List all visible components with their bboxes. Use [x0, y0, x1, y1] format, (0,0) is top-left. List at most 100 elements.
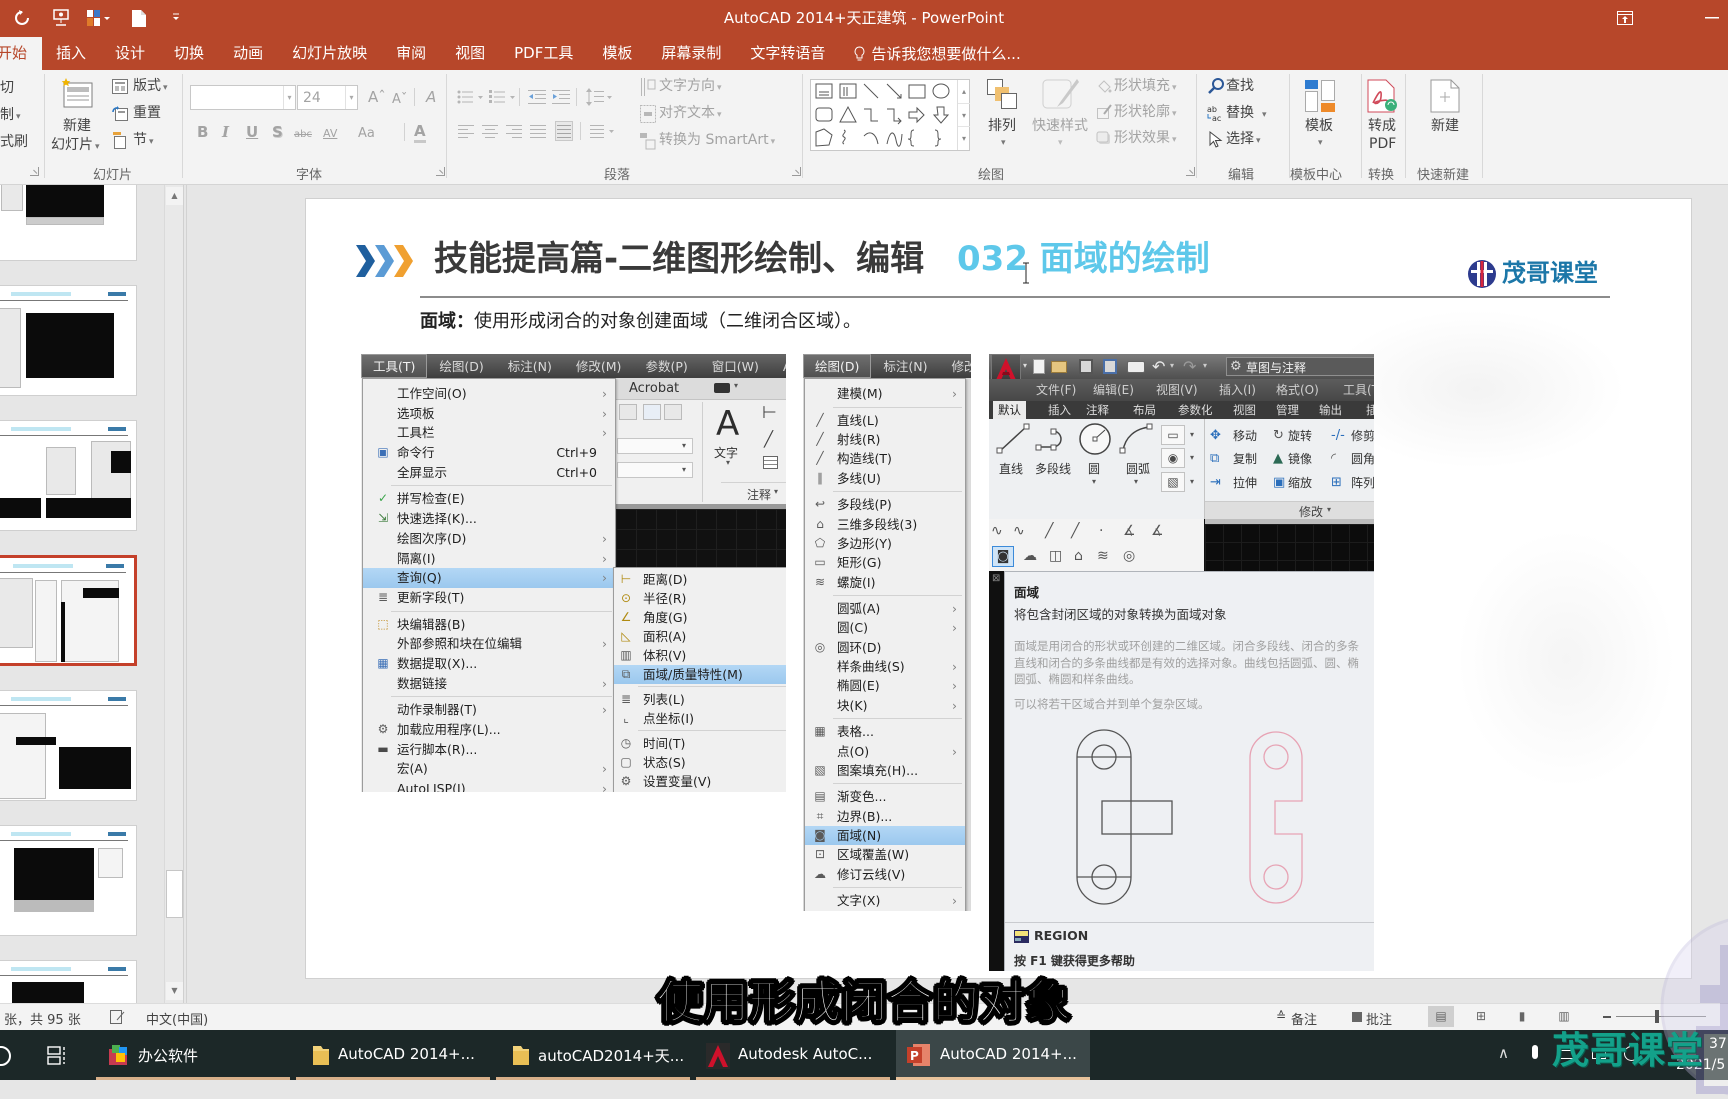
menu-bar-item[interactable]: A	[771, 354, 786, 378]
save-icon[interactable]	[1079, 359, 1093, 374]
slide-thumbnail[interactable]	[0, 285, 137, 396]
ribbon-display-options-icon[interactable]	[1617, 11, 1633, 25]
slide-canvas[interactable]: 技能提高篇-二维图形绘制、编辑 032 面域的绘制 茂哥课堂 面域：使用形成闭合…	[305, 198, 1692, 979]
ribbon-tab[interactable]: 插	[1366, 401, 1374, 419]
ribbon-tab[interactable]: 管理	[1276, 401, 1299, 419]
menu-item[interactable]: 渐变色...	[805, 783, 965, 806]
columns-icon[interactable]	[590, 124, 618, 138]
text-shadow-icon[interactable]	[272, 123, 283, 141]
ray-icon[interactable]: ╱	[1071, 523, 1079, 539]
menu-item[interactable]: 三维多段线(3)	[805, 515, 965, 534]
spline-fit-icon[interactable]: ∿	[991, 523, 1003, 539]
distributed-icon[interactable]	[555, 121, 573, 141]
menu-bar-item[interactable]: 视图(V)	[1156, 379, 1198, 401]
menu-item[interactable]: 建模(M)	[805, 384, 965, 403]
menu-bar-item[interactable]: 修改(M)	[564, 354, 634, 378]
numbering-icon[interactable]	[489, 89, 517, 105]
arc-tool-icon[interactable]	[1119, 423, 1153, 455]
ribbon-tab[interactable]: 布局	[1133, 401, 1156, 419]
chevron-down-icon[interactable]: ▾	[1092, 477, 1096, 486]
menu-bar-item[interactable]: 编辑(E)	[1093, 379, 1134, 401]
menu-item[interactable]: 面域(N)	[805, 826, 965, 846]
ribbon-tab[interactable]: 文字转语音	[736, 37, 840, 70]
menu-item[interactable]: 加载应用程序(L)...	[363, 720, 615, 740]
menu-item[interactable]: 构造线(T)	[805, 449, 965, 468]
menu-bar-item[interactable]: 插入(I)	[1219, 379, 1256, 401]
menu-item[interactable]: 面域/质量特性(M)	[614, 664, 786, 684]
menu-item[interactable]: 工具栏	[363, 423, 615, 443]
menu-item[interactable]: 直线(L)	[805, 406, 965, 430]
minimize-icon[interactable]	[1705, 17, 1719, 19]
menu-item[interactable]: 快速选择(K)...	[363, 509, 615, 529]
show-hidden-icons-icon[interactable]: ∧	[1498, 1044, 1509, 1062]
wipeout-icon[interactable]: ◫	[1049, 548, 1062, 564]
convert-to-pdf-button[interactable]: 转成 PDF	[1363, 74, 1403, 160]
ellipse-icon[interactable]: ◉	[1161, 448, 1185, 468]
shrink-font-icon[interactable]	[392, 89, 407, 109]
taskbar-item[interactable]: 办公软件	[96, 1030, 290, 1080]
menu-item[interactable]: 文字(X)	[805, 887, 965, 910]
taskbar-item[interactable]: P AutoCAD 2014+...	[896, 1030, 1090, 1080]
menu-item[interactable]: 数据链接	[363, 674, 615, 694]
menu-item[interactable]: 动作录制器(T)	[363, 696, 615, 720]
menu-item[interactable]: 矩形(G)	[805, 553, 965, 572]
menu-item[interactable]: 拼写检查(E)	[363, 485, 615, 509]
task-view-icon[interactable]	[47, 1045, 67, 1065]
menu-item[interactable]: 块(K)	[805, 696, 965, 715]
menu-item[interactable]: 点坐标(I)	[614, 709, 786, 728]
divide-icon[interactable]: ∡	[1123, 523, 1136, 539]
slide-thumbnail[interactable]	[0, 555, 137, 666]
ribbon-tab[interactable]: 默认	[993, 401, 1026, 419]
ribbon-tab[interactable]: 切换	[160, 37, 219, 70]
menu-item[interactable]: 图案填充(H)...	[805, 761, 965, 780]
undo-icon[interactable]: ↶	[1152, 357, 1165, 376]
menu-item[interactable]: 圆弧(A)	[805, 595, 965, 618]
circle-tool-icon[interactable]	[1078, 422, 1112, 456]
menu-item[interactable]: 圆环(D)	[805, 638, 965, 657]
menu-item[interactable]: 修订云线(V)	[805, 865, 965, 884]
menu-item[interactable]: 螺旋(I)	[805, 573, 965, 592]
region-tool-icon[interactable]: ◙	[992, 546, 1014, 567]
taskbar-item[interactable]: AutoCAD 2014+...	[296, 1030, 490, 1080]
ribbon-tab[interactable]: 屏幕录制	[647, 37, 736, 70]
scroll-up-icon[interactable]: ▴	[958, 80, 970, 103]
chevron-down-icon[interactable]: ▾	[1134, 477, 1138, 486]
menu-item[interactable]: 样条曲线(S)	[805, 657, 965, 676]
clear-formatting-icon[interactable]	[426, 88, 436, 106]
font-name-input[interactable]: ▾	[190, 85, 296, 110]
font-size-input[interactable]: 24 ▾	[297, 85, 358, 110]
copy-button[interactable]: 复制	[1233, 452, 1257, 466]
tell-me-search[interactable]: 告诉我您想要做什么...	[840, 37, 1021, 70]
workspace-dropdown[interactable]: ⚙ 草图与注释	[1226, 357, 1374, 376]
ribbon-tab[interactable]: PDF工具	[500, 37, 588, 70]
open-file-icon[interactable]	[1051, 361, 1067, 373]
polyline-tool-icon[interactable]	[1035, 423, 1070, 455]
menu-bar-item[interactable]: 标注(N)	[496, 354, 564, 378]
format-painter-button[interactable]: 式刷	[0, 133, 28, 151]
menu-bar-item[interactable]: 修改(M)	[940, 354, 972, 378]
ribbon-tab[interactable]: 视图	[441, 37, 500, 70]
menu-item[interactable]: 多线(U)	[805, 469, 965, 488]
strikethrough-icon[interactable]	[294, 123, 312, 144]
menu-item[interactable]: 外部参照和块在位编辑	[363, 634, 615, 654]
menu-item[interactable]: 半径(R)	[614, 589, 786, 608]
menu-item[interactable]: 椭圆(E)	[805, 676, 965, 695]
measure-icon[interactable]: ∡	[1151, 523, 1164, 539]
dialog-launcher-icon[interactable]	[436, 167, 445, 176]
slide-thumbnail[interactable]	[0, 420, 137, 531]
menu-item[interactable]: 列表(L)	[614, 685, 786, 709]
print-icon[interactable]	[1127, 361, 1145, 373]
dialog-launcher-icon[interactable]	[30, 167, 39, 176]
arrange-button[interactable]: 排列 ▾	[980, 74, 1026, 160]
line-tool-icon[interactable]	[996, 423, 1030, 455]
line-spacing-icon[interactable]	[586, 88, 614, 106]
chevron-down-icon[interactable]: ▾	[1190, 430, 1194, 439]
taskbar-item[interactable]: Autodesk AutoC...	[696, 1030, 890, 1080]
menu-item[interactable]: 宏(A)	[363, 759, 615, 779]
hatch-icon[interactable]: ▧	[1161, 472, 1185, 492]
change-case-icon[interactable]	[358, 123, 375, 143]
chevron-down-icon[interactable]: ▾	[1190, 477, 1194, 486]
cut-button[interactable]: 切	[0, 79, 14, 97]
microphone-icon[interactable]	[1532, 1045, 1538, 1059]
menu-bar-item[interactable]: 工具(T)	[361, 354, 428, 378]
